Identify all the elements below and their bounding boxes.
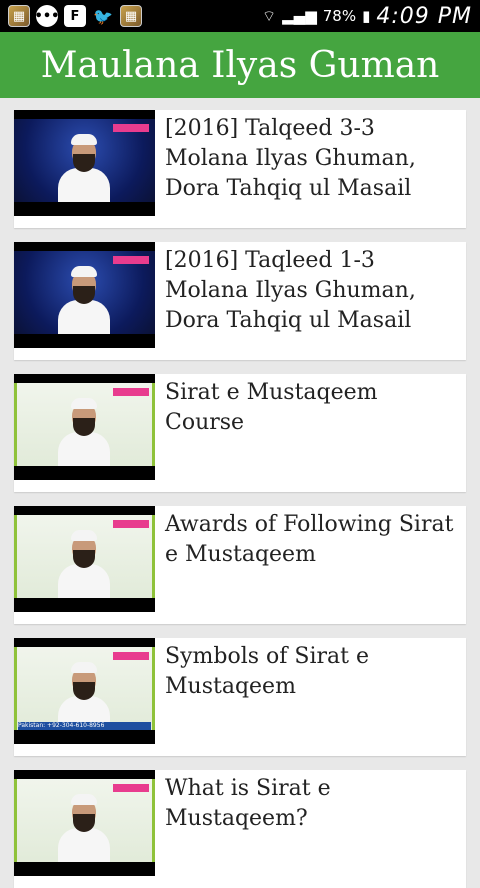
video-thumbnail[interactable]: Pakistan: +92-304-610-8956 xyxy=(14,638,155,744)
system-icons: ⌔ ▂▄▆ 78% ▮ 4:09 PM xyxy=(262,4,472,29)
video-thumbnail[interactable] xyxy=(14,110,155,216)
video-item[interactable]: What is Sirat e Mustaqeem? xyxy=(14,770,466,888)
video-list: [2016] Talqeed 3-3 Molana Ilyas Ghuman, … xyxy=(0,98,480,888)
flipboard-icon: F xyxy=(64,5,86,27)
message-icon: ••• xyxy=(35,5,59,27)
video-thumbnail[interactable] xyxy=(14,770,155,876)
video-thumbnail[interactable] xyxy=(14,506,155,612)
status-bar: ▦ ••• F 🐦 ▦ ⌔ ▂▄▆ 78% ▮ 4:09 PM xyxy=(0,0,480,32)
video-title[interactable]: [2016] Talqeed 3-3 Molana Ilyas Ghuman, … xyxy=(155,110,466,228)
app-icon: ▦ xyxy=(8,5,30,27)
video-title[interactable]: Sirat e Mustaqeem Course xyxy=(155,374,466,492)
video-item[interactable]: [2016] Taqleed 1-3 Molana Ilyas Ghuman, … xyxy=(14,242,466,360)
video-thumbnail[interactable] xyxy=(14,374,155,480)
thumbnail-caption: Pakistan: +92-304-610-8956 xyxy=(18,722,151,730)
app-icon-2: ▦ xyxy=(120,5,142,27)
video-item[interactable]: Pakistan: +92-304-610-8956 Symbols of Sir… xyxy=(14,638,466,756)
video-title[interactable]: [2016] Taqleed 1-3 Molana Ilyas Ghuman, … xyxy=(155,242,466,360)
battery-icon: ▮ xyxy=(362,7,371,25)
notification-icons: ▦ ••• F 🐦 ▦ xyxy=(8,5,142,27)
twitter-icon: 🐦 xyxy=(93,6,113,26)
wifi-icon: ⌔ xyxy=(262,6,277,25)
app-title: Maulana Ilyas Guman xyxy=(40,44,440,86)
video-title[interactable]: Awards of Following Sirat e Mustaqeem xyxy=(155,506,466,624)
video-item[interactable]: [2016] Talqeed 3-3 Molana Ilyas Ghuman, … xyxy=(14,110,466,228)
video-item[interactable]: Awards of Following Sirat e Mustaqeem xyxy=(14,506,466,624)
video-thumbnail[interactable] xyxy=(14,242,155,348)
video-item[interactable]: Sirat e Mustaqeem Course xyxy=(14,374,466,492)
video-title[interactable]: What is Sirat e Mustaqeem? xyxy=(155,770,466,888)
clock: 4:09 PM xyxy=(376,3,472,29)
video-title[interactable]: Symbols of Sirat e Mustaqeem xyxy=(155,638,466,756)
battery-percent: 78% xyxy=(322,7,357,25)
signal-icon: ▂▄▆ xyxy=(282,7,317,25)
app-bar: Maulana Ilyas Guman xyxy=(0,32,480,98)
